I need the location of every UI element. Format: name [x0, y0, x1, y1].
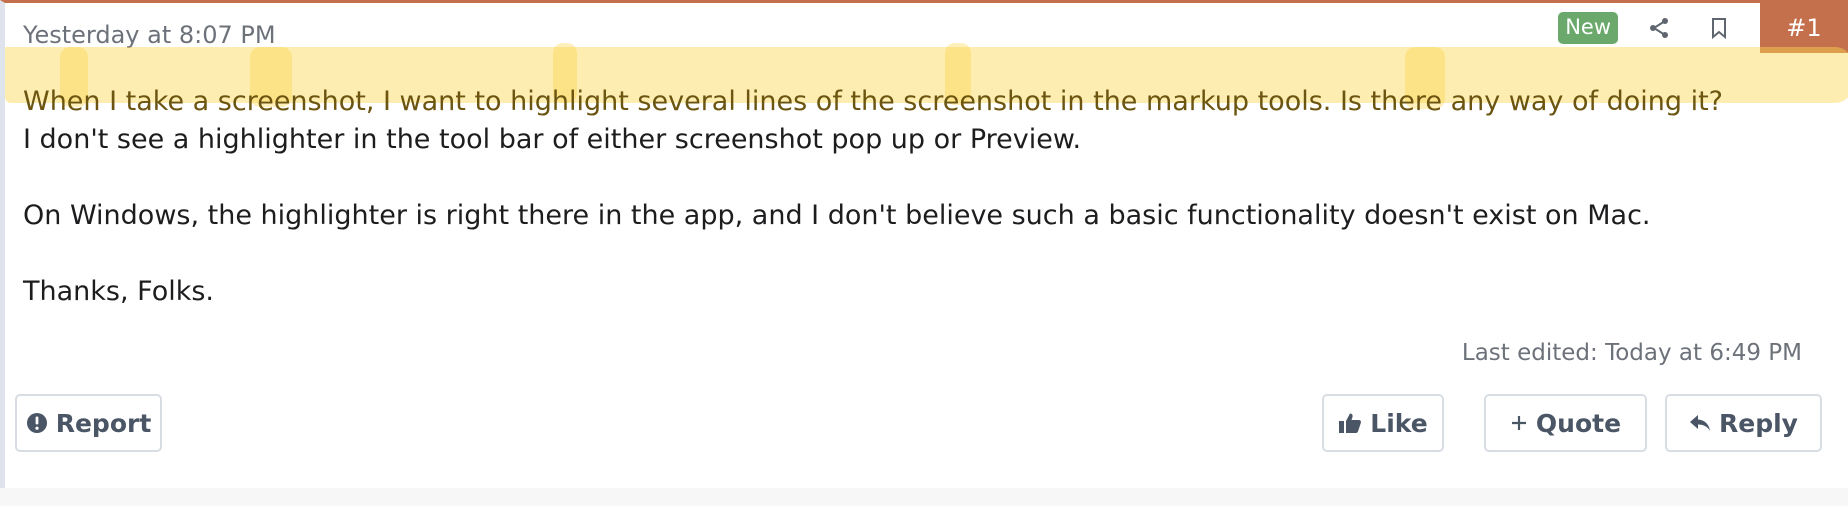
share-icon[interactable] — [1640, 9, 1678, 47]
forum-post: Yesterday at 8:07 PM New #1 When I take … — [0, 0, 1848, 488]
reply-label: Reply — [1719, 408, 1798, 438]
bookmark-icon[interactable] — [1700, 9, 1738, 47]
report-button[interactable]: Report — [15, 394, 162, 452]
plus-icon — [1511, 416, 1526, 430]
like-button[interactable]: Like — [1322, 394, 1444, 452]
last-edited-text: Last edited: Today at 6:49 PM — [1461, 340, 1802, 366]
new-badge: New — [1558, 12, 1618, 44]
post-body: When I take a screenshot, I want to high… — [23, 83, 1723, 311]
page: Yesterday at 8:07 PM New #1 When I take … — [0, 0, 1848, 506]
report-label: Report — [55, 408, 152, 438]
post-line: On Windows, the highlighter is right the… — [23, 200, 1651, 231]
post-line: I don't see a highlighter in the tool ba… — [23, 124, 1082, 155]
post-number-link[interactable]: #1 — [1760, 3, 1848, 53]
post-timestamp[interactable]: Yesterday at 8:07 PM — [23, 21, 276, 49]
reply-button[interactable]: Reply — [1665, 394, 1822, 452]
post-header-tools: New #1 — [1558, 3, 1848, 53]
quote-button[interactable]: Quote — [1484, 394, 1647, 452]
thumbs-up-icon — [1339, 413, 1362, 433]
exclamation-circle-icon — [26, 413, 47, 433]
quote-label: Quote — [1535, 408, 1622, 438]
post-line-highlighted: When I take a screenshot, I want to high… — [23, 86, 1723, 117]
like-label: Like — [1370, 408, 1428, 438]
post-line: Thanks, Folks. — [23, 276, 215, 307]
reply-arrow-icon — [1690, 415, 1711, 431]
